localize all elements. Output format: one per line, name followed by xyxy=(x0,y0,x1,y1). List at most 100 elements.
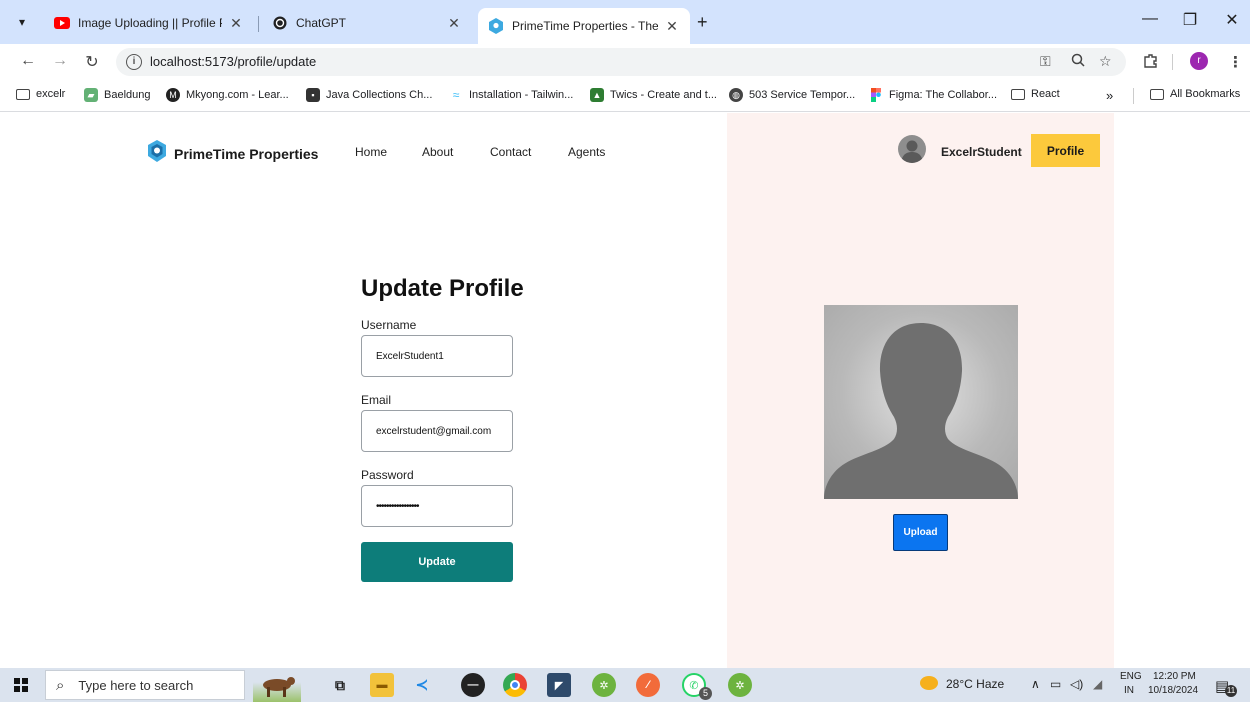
bookmark-label: Figma: The Collabor... xyxy=(889,89,998,101)
bookmark-label: Installation - Tailwin... xyxy=(469,89,574,101)
clock-time[interactable]: 12:20 PM xyxy=(1153,671,1196,682)
tab-title: ChatGPT xyxy=(296,16,347,30)
weather-icon[interactable] xyxy=(920,676,938,690)
baeldung-icon: ▰ xyxy=(84,88,98,102)
bookmark-figma[interactable]: Figma: The Collabor... xyxy=(869,88,997,102)
password-key-icon[interactable]: ⚿ xyxy=(1040,53,1051,70)
brand[interactable]: PrimeTime Properties xyxy=(148,140,318,167)
zoom-icon[interactable] xyxy=(1071,53,1085,70)
username-input[interactable] xyxy=(361,335,513,377)
url-text[interactable]: localhost:5173/profile/update xyxy=(150,54,316,69)
profile-picture xyxy=(824,305,1018,499)
bookmark-label: Twics - Create and t... xyxy=(610,89,717,101)
mysql-workbench-icon[interactable]: ◤ xyxy=(547,673,571,697)
reload-icon[interactable]: ↻ xyxy=(82,52,102,72)
restore-icon[interactable]: ❐ xyxy=(1178,10,1202,30)
tab-close-icon[interactable]: ✕ xyxy=(446,15,462,32)
tab-close-icon[interactable]: ✕ xyxy=(664,18,680,35)
bookmark-503-service[interactable]: ◍ 503 Service Tempor... xyxy=(729,88,855,102)
bookmark-tailwind[interactable]: ≈ Installation - Tailwin... xyxy=(449,88,574,102)
tab-primetime-properties[interactable]: PrimeTime Properties - The Rea ✕ xyxy=(478,8,690,44)
java-icon: ▪ xyxy=(306,88,320,102)
vscode-icon[interactable]: ≺ xyxy=(410,673,434,697)
back-icon[interactable]: ← xyxy=(18,52,38,70)
bookmark-label: 503 Service Tempor... xyxy=(749,89,856,101)
weather-text[interactable]: 28°C Haze xyxy=(946,677,1004,691)
more-menu-icon[interactable]: ⋮ xyxy=(1228,53,1243,71)
address-bar[interactable]: i localhost:5173/profile/update ⚿ ☆ xyxy=(116,48,1126,76)
browser-toolbar: ← → ↻ i localhost:5173/profile/update ⚿ … xyxy=(0,44,1250,80)
bookmark-baeldung[interactable]: ▰ Baeldung xyxy=(84,88,151,102)
youtube-icon xyxy=(54,15,70,31)
figma-icon xyxy=(869,88,883,102)
bookmark-label: React xyxy=(1031,88,1060,100)
update-button[interactable]: Update xyxy=(361,542,513,582)
browser-tab-strip: ▾ Image Uploading || Profile Pictu ✕ Cha… xyxy=(0,0,1250,44)
bookmark-star-icon[interactable]: ☆ xyxy=(1099,53,1112,70)
spring-tool-suite-icon[interactable]: ✲ xyxy=(728,673,752,697)
tab-title: PrimeTime Properties - The Rea xyxy=(512,19,658,33)
nav-link-about[interactable]: About xyxy=(422,145,453,159)
password-input[interactable] xyxy=(361,485,513,527)
windows-start-icon[interactable] xyxy=(14,678,28,692)
profile-button[interactable]: Profile xyxy=(1031,134,1100,167)
user-avatar[interactable] xyxy=(898,135,926,163)
tab-title: Image Uploading || Profile Pictu xyxy=(78,16,222,30)
task-view-icon[interactable]: ⧉ xyxy=(328,673,352,697)
password-label: Password xyxy=(361,468,414,482)
forward-icon[interactable]: → xyxy=(50,52,70,70)
site-info-icon[interactable]: i xyxy=(126,54,142,70)
close-window-icon[interactable]: ✕ xyxy=(1220,10,1244,30)
postman-icon[interactable]: ⁄ xyxy=(636,673,660,697)
all-bookmarks-button[interactable]: All Bookmarks xyxy=(1150,88,1240,100)
upload-button[interactable]: Upload xyxy=(893,514,948,551)
browser-profile-avatar[interactable]: r xyxy=(1190,52,1208,70)
email-input[interactable] xyxy=(361,410,513,452)
bookmark-java-collections[interactable]: ▪ Java Collections Ch... xyxy=(306,88,432,102)
folder-icon xyxy=(1011,88,1025,100)
bookmark-twics[interactable]: ▲ Twics - Create and t... xyxy=(590,88,717,102)
extensions-icon[interactable] xyxy=(1143,53,1158,72)
nav-link-contact[interactable]: Contact xyxy=(490,145,531,159)
tab-close-icon[interactable]: ✕ xyxy=(228,15,244,32)
search-highlight-image[interactable] xyxy=(253,669,301,702)
bookmark-mkyong[interactable]: M Mkyong.com - Lear... xyxy=(166,88,289,102)
nav-username: ExcelrStudent xyxy=(941,145,1022,159)
volume-icon[interactable]: ◁) xyxy=(1070,677,1083,691)
bookmarks-divider xyxy=(1133,88,1134,104)
username-label: Username xyxy=(361,318,417,332)
bookmark-excelr[interactable]: excelr xyxy=(16,88,65,100)
clock-date[interactable]: 10/18/2024 xyxy=(1148,685,1198,696)
file-explorer-icon[interactable]: ▬ xyxy=(370,673,394,697)
minimize-icon[interactable]: — xyxy=(1138,10,1162,28)
bookmark-react[interactable]: React xyxy=(1011,88,1060,100)
nav-link-agents[interactable]: Agents xyxy=(568,145,605,159)
taskbar-search[interactable]: ⌕ Type here to search xyxy=(45,670,245,700)
tab-image-uploading[interactable]: Image Uploading || Profile Pictu ✕ xyxy=(44,8,254,38)
spring-tool-suite-icon[interactable]: ✲ xyxy=(592,673,616,697)
search-icon: ⌕ xyxy=(56,676,65,694)
nav-link-home[interactable]: Home xyxy=(355,145,387,159)
show-hidden-icons-icon[interactable]: ∧ xyxy=(1031,677,1040,691)
app-icon[interactable]: — xyxy=(461,673,485,697)
tab-chatgpt[interactable]: ChatGPT ✕ xyxy=(262,8,472,38)
network-icon[interactable]: ◢ xyxy=(1093,677,1102,691)
tab-search-button[interactable]: ▾ xyxy=(10,11,34,33)
language-bottom[interactable]: IN xyxy=(1124,685,1134,696)
chrome-icon[interactable] xyxy=(503,673,527,697)
email-label: Email xyxy=(361,393,392,407)
language-top[interactable]: ENG xyxy=(1120,671,1142,682)
default-avatar-silhouette-icon xyxy=(824,323,1018,499)
mkyong-icon: M xyxy=(166,88,180,102)
new-tab-button[interactable]: + xyxy=(697,12,708,33)
toolbar-divider xyxy=(1172,54,1173,70)
notification-count-badge: 11 xyxy=(1225,685,1237,697)
folder-icon xyxy=(16,88,30,100)
more-bookmarks-button[interactable]: » xyxy=(1106,88,1113,103)
bookmarks-bar: excelr ▰ Baeldung M Mkyong.com - Lear...… xyxy=(0,80,1250,112)
windows-taskbar: ⌕ Type here to search ⧉ ▬ ≺ — ◤ ✲ ⁄ ✆ 5 … xyxy=(0,668,1250,702)
brand-name: PrimeTime Properties xyxy=(174,145,319,162)
page-content: PrimeTime Properties Home About Contact … xyxy=(0,113,1250,668)
taskbar-search-placeholder: Type here to search xyxy=(78,677,194,693)
battery-icon[interactable]: ▭ xyxy=(1050,677,1061,691)
